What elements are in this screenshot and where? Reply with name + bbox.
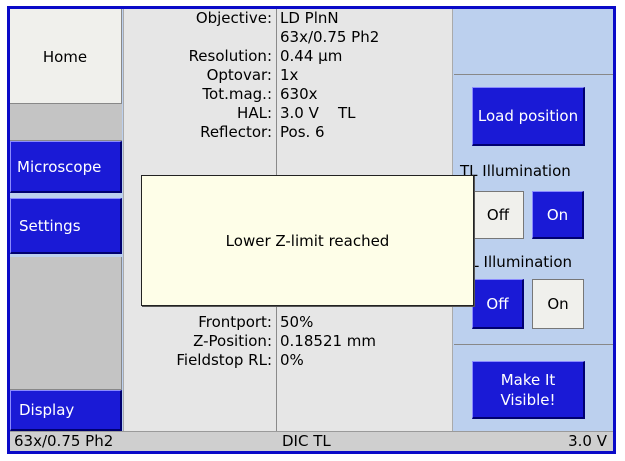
frontport-label: Frontport:	[198, 313, 272, 331]
tl-off-button[interactable]: Off	[472, 191, 524, 239]
status-voltage: 3.0 V	[568, 432, 607, 450]
home-button[interactable]: Home	[14, 19, 116, 95]
load-position-button[interactable]: Load position	[472, 87, 585, 146]
dialog-message: Lower Z-limit reached	[225, 231, 390, 250]
right-divider-2	[454, 344, 613, 345]
tl-on-button[interactable]: On	[532, 191, 584, 239]
zposition-label: Z-Position:	[193, 332, 272, 350]
rl-illumination-label: RL Illumination	[460, 253, 573, 271]
hal-value: 3.0 V TL	[280, 104, 356, 122]
frontport-value: 50%	[280, 313, 314, 331]
fieldstop-label: Fieldstop RL:	[176, 351, 272, 369]
objective-value-2: 63x/0.75 Ph2	[280, 28, 380, 46]
fieldstop-value: 0%	[280, 351, 304, 369]
right-divider-1	[454, 74, 613, 75]
optovar-value: 1x	[280, 66, 299, 84]
microscope-control-window: Home Microscope Settings Display Objecti…	[7, 6, 616, 454]
rl-off-button[interactable]: Off	[472, 279, 524, 329]
zposition-value: 0.18521 mm	[280, 332, 377, 350]
message-dialog[interactable]: Lower Z-limit reached	[141, 175, 474, 306]
objective-label: Objective:	[195, 9, 272, 27]
reflector-value: Pos. 6	[280, 123, 325, 141]
rl-on-button[interactable]: On	[532, 279, 584, 329]
nav-spacer-lower	[10, 257, 122, 390]
hal-label: HAL:	[237, 104, 272, 122]
status-contrast: DIC TL	[282, 432, 331, 450]
nav-spacer	[10, 103, 122, 141]
reflector-label: Reflector:	[200, 123, 272, 141]
totmag-label: Tot.mag.:	[202, 85, 272, 103]
settings-button[interactable]: Settings	[10, 198, 122, 254]
resolution-value: 0.44 µm	[280, 47, 343, 65]
tl-illumination-label: TL Illumination	[460, 162, 571, 180]
objective-value: LD PlnN	[280, 9, 339, 27]
microscope-button[interactable]: Microscope	[10, 141, 122, 193]
resolution-label: Resolution:	[188, 47, 272, 65]
make-it-visible-button[interactable]: Make It Visible!	[472, 361, 585, 419]
totmag-value: 630x	[280, 85, 318, 103]
display-button[interactable]: Display	[10, 390, 122, 431]
status-objective: 63x/0.75 Ph2	[14, 432, 114, 450]
optovar-label: Optovar:	[206, 66, 272, 84]
